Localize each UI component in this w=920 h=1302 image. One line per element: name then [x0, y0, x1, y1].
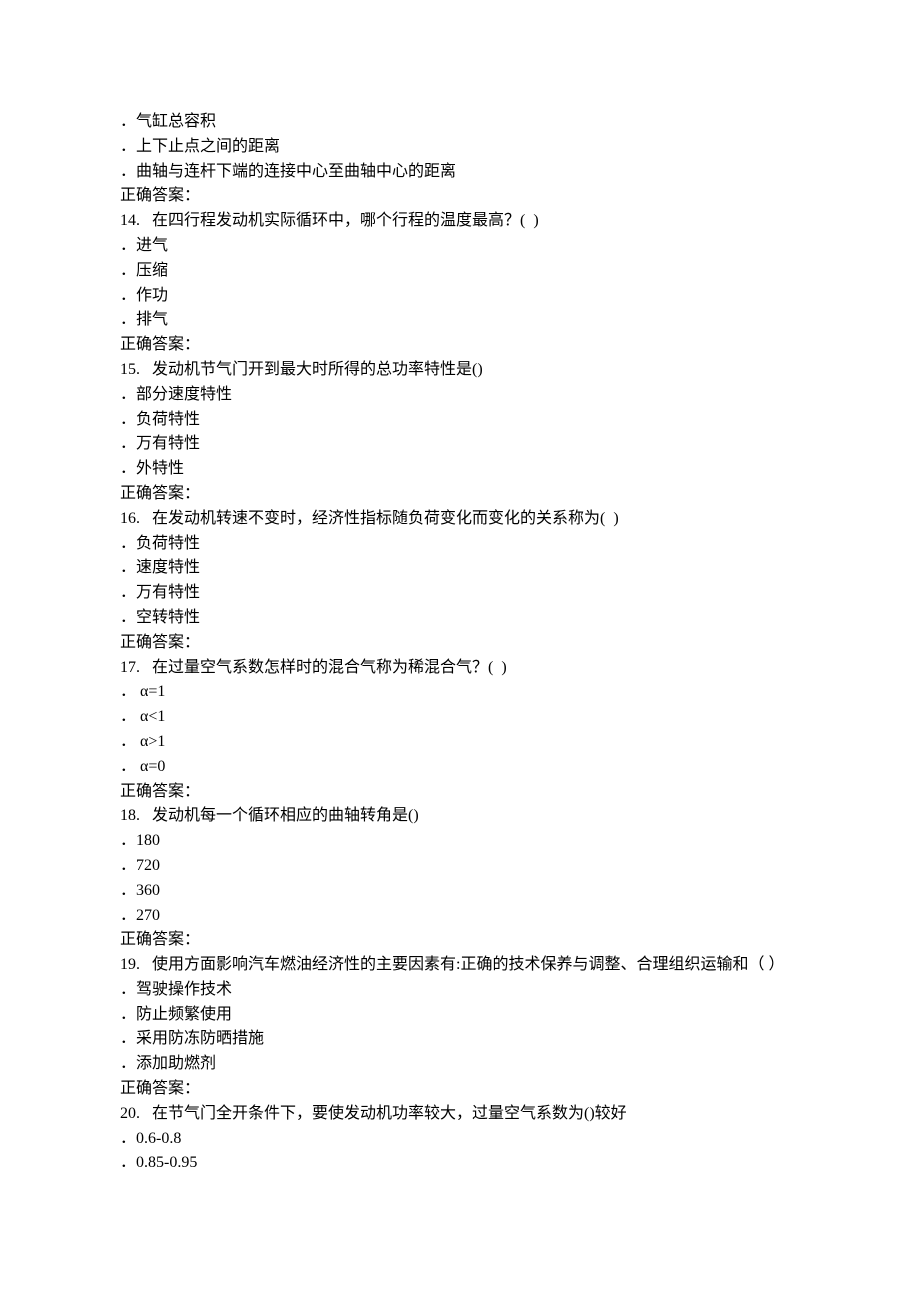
option-text: ．部分速度特性	[120, 383, 800, 408]
option-text: ．180	[120, 829, 800, 854]
question-stem: 19. 使用方面影响汽车燃油经济性的主要因素有:正确的技术保养与调整、合理组织运…	[120, 953, 800, 978]
option-text: ．排气	[120, 308, 800, 333]
answer-label: 正确答案：	[120, 780, 800, 805]
option-text: ．0.85-0.95	[120, 1151, 800, 1176]
question-number: 20.	[120, 1105, 140, 1122]
option-text: ．采用防冻防晒措施	[120, 1027, 800, 1052]
option-text: ．负荷特性	[120, 408, 800, 433]
option-text: ．720	[120, 854, 800, 879]
question-number: 14.	[120, 212, 140, 229]
question-number: 17.	[120, 659, 140, 676]
option-text: ．万有特性	[120, 581, 800, 606]
answer-label: 正确答案：	[120, 1077, 800, 1102]
option-text: ． α>1	[120, 730, 800, 755]
question-number: 18.	[120, 807, 140, 824]
question-number: 19.	[120, 956, 140, 973]
answer-label: 正确答案：	[120, 631, 800, 656]
option-text: ．0.6-0.8	[120, 1127, 800, 1152]
option-text: ． α=1	[120, 680, 800, 705]
question-stem: 14. 在四行程发动机实际循环中，哪个行程的温度最高？( )	[120, 209, 800, 234]
question-stem: 18. 发动机每一个循环相应的曲轴转角是()	[120, 804, 800, 829]
question-stem: 15. 发动机节气门开到最大时所得的总功率特性是()	[120, 358, 800, 383]
option-text: ．270	[120, 904, 800, 929]
option-text: ．负荷特性	[120, 532, 800, 557]
option-text: ．上下止点之间的距离	[120, 135, 800, 160]
option-text: ．空转特性	[120, 606, 800, 631]
option-text: ．添加助燃剂	[120, 1052, 800, 1077]
question-stem: 17. 在过量空气系数怎样时的混合气称为稀混合气？( )	[120, 656, 800, 681]
answer-label: 正确答案：	[120, 928, 800, 953]
option-text: ．压缩	[120, 259, 800, 284]
answer-label: 正确答案：	[120, 482, 800, 507]
option-text: ．防止频繁使用	[120, 1003, 800, 1028]
question-number: 15.	[120, 361, 140, 378]
option-text: ．气缸总容积	[120, 110, 800, 135]
document-page: ．气缸总容积 ．上下止点之间的距离 ．曲轴与连杆下端的连接中心至曲轴中心的距离 …	[0, 0, 920, 1276]
answer-label: 正确答案：	[120, 333, 800, 358]
option-text: ．速度特性	[120, 556, 800, 581]
option-text: ． α<1	[120, 705, 800, 730]
question-number: 16.	[120, 510, 140, 527]
question-stem: 20. 在节气门全开条件下，要使发动机功率较大，过量空气系数为()较好	[120, 1102, 800, 1127]
option-text: ．万有特性	[120, 432, 800, 457]
option-text: ．驾驶操作技术	[120, 978, 800, 1003]
option-text: ．进气	[120, 234, 800, 259]
option-text: ． α=0	[120, 755, 800, 780]
option-text: ．360	[120, 879, 800, 904]
option-text: ．曲轴与连杆下端的连接中心至曲轴中心的距离	[120, 160, 800, 185]
answer-label: 正确答案：	[120, 184, 800, 209]
option-text: ．外特性	[120, 457, 800, 482]
option-text: ．作功	[120, 284, 800, 309]
question-stem: 16. 在发动机转速不变时，经济性指标随负荷变化而变化的关系称为( )	[120, 507, 800, 532]
